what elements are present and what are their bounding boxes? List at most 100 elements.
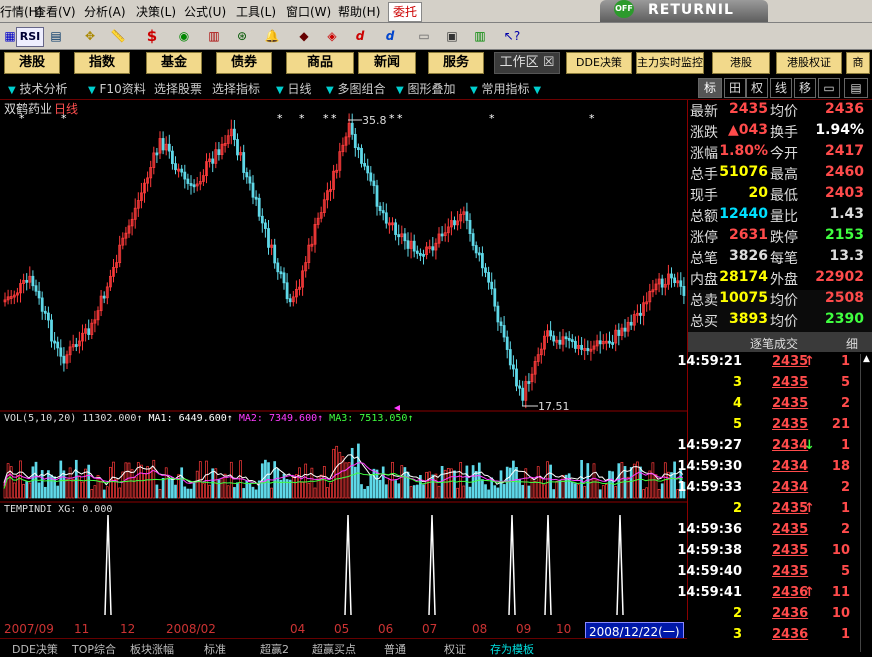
menu-formula[interactable]: 公式(U) [184,3,226,20]
chart-icon[interactable]: ▥ [204,27,224,45]
volume-bar [78,475,81,499]
candle [242,152,246,173]
volume-bar [552,489,556,499]
tab-daily[interactable]: ▼ 日线 [276,80,312,97]
tab-select-stock[interactable]: 选择股票 [154,80,202,97]
nav-button-index[interactable]: 指数 [74,52,130,74]
binoculars-icon[interactable]: ⊛ [232,27,252,45]
returnil-widget[interactable]: OFF RETURNIL [600,0,768,22]
tick-time: 5 [732,417,742,432]
tick-detail-button[interactable]: 细 [846,335,858,352]
candle [682,285,686,296]
volume-bar [180,467,184,499]
trade-button[interactable]: 委托 [388,2,422,22]
window-icon[interactable]: ▣ [442,27,462,45]
help-pointer-icon[interactable]: ↖? [502,27,522,45]
bell-icon[interactable]: 🔔 [262,27,282,45]
menu-decision[interactable]: 决策(L) [136,3,176,20]
volume-bar [205,460,208,499]
signal-spikes [104,514,624,616]
tick-row: 2 2436 10 [688,606,872,627]
tab-technical-analysis[interactable]: ▼ 技术分析 [8,80,68,97]
quote-row: 总买 3893 均价 2390 [688,311,872,332]
right-tab-list[interactable]: ▤ [844,78,868,98]
nav-button-hk-warrant[interactable]: 港股权证 [776,52,842,74]
menu-tools[interactable]: 工具(L) [236,3,276,20]
notepad-icon[interactable]: ▭ [414,27,434,45]
tick-time: 14:59:30 [677,459,742,474]
tick-volume: 10 [831,543,850,558]
volume-bar [533,480,537,499]
menu-analysis[interactable]: 分析(A) [84,3,126,20]
workspace-button[interactable]: 工作区 ☒ [494,52,560,74]
right-tab-move[interactable]: 移 [794,78,816,98]
volume-bar [189,488,193,499]
dropdown-arrow-icon: ▼ [8,85,16,96]
volume-bar [484,484,487,499]
volume-bar [68,467,72,499]
chart-area[interactable]: * * * * * * * * * * 35.8 17.51 双鹤药业 日线 VOL(5,10,2… [0,100,688,620]
toolbar: ▦ RSI ▤ ✥ 📏 $ ◉ ▥ ⊛ 🔔 ◆ ◈ d d ▭ ▣ ▥ ↖? [0,23,872,50]
tab-multi-chart[interactable]: ▼ 多图组合 [326,80,386,97]
tick-volume: 5 [840,375,850,390]
candle [394,222,398,235]
nav-button-commodity[interactable]: 商品 [286,52,354,74]
dropdown-arrow-icon: ▼ [396,85,404,96]
menu-window[interactable]: 窗口(W) [286,3,331,20]
nav-button-more[interactable]: 商 [846,52,870,74]
nav-button-hk-stock[interactable]: 港股 [4,52,60,74]
candle [552,335,556,342]
rsi-button[interactable]: RSI [16,27,44,47]
quote-value: 3826 [729,248,768,264]
nav-button-bond[interactable]: 债券 [216,52,272,74]
volume-bar [378,479,382,499]
menu-view[interactable]: 查看(V) [34,3,76,20]
volume-bar [28,482,32,499]
table-icon[interactable]: ▤ [46,27,66,45]
volume-bar [43,486,47,499]
right-tab-mark[interactable]: 标 [698,78,722,98]
quote-label: 跌停 [770,230,798,246]
candle [468,220,472,234]
tick-direction-icon: ↑ [804,585,815,600]
d-blue-icon[interactable]: d [380,27,400,45]
date-label: 2008/02 [166,622,216,636]
indicator-icon[interactable]: ◉ [174,27,194,45]
books-icon[interactable]: ▥ [470,27,490,45]
candle [189,183,193,186]
tab-f10[interactable]: ▼ F10资料 [88,80,146,97]
tick-row: 4 2435 2 [688,396,872,417]
volume-bar [580,459,583,499]
d-red-icon[interactable]: d [350,27,370,45]
right-tab-rights[interactable]: 权 [746,78,768,98]
diamond-icon[interactable]: ◈ [322,27,342,45]
nav-button-news[interactable]: 新闻 [358,52,416,74]
volume-bar [161,477,165,499]
kline-chart[interactable]: * * * * * * * * * * 35.8 17.51 [0,100,687,620]
volume-bar [620,462,624,499]
tab-common-indicator[interactable]: ▼ 常用指标 ▼ [470,80,541,97]
tick-price: 2436 [772,585,809,600]
tick-row: 14:59:40 2435 5 [677,564,872,585]
right-tab-window[interactable]: ▭ [818,78,840,98]
dollar-icon[interactable]: $ [142,27,162,45]
nav-button-dde[interactable]: DDE决策 [566,52,632,74]
move-icon[interactable]: ✥ [80,27,100,45]
quote-value: 1.94% [815,122,864,138]
ruler-icon[interactable]: 📏 [108,27,128,45]
tab-label: 常用指标 [481,82,530,96]
nav-button-hk[interactable]: 港股 [712,52,770,74]
car-icon[interactable]: ◆ [294,27,314,45]
tab-overlay[interactable]: ▼ 图形叠加 [396,80,456,97]
quote-label: 总手 [690,167,718,183]
nav-button-service[interactable]: 服务 [428,52,484,74]
volume-bar [307,482,311,499]
menu-help[interactable]: 帮助(H) [338,3,380,20]
tab-select-indicator[interactable]: 选择指标 [212,80,260,97]
right-tab-line[interactable]: 线 [770,78,792,98]
nav-button-main-force[interactable]: 主力实时监控 [636,52,704,74]
right-tab-grid[interactable]: 田 [724,78,746,98]
nav-button-fund[interactable]: 基金 [146,52,202,74]
returnil-off-icon: OFF [614,0,634,18]
volume-bar [400,465,404,499]
